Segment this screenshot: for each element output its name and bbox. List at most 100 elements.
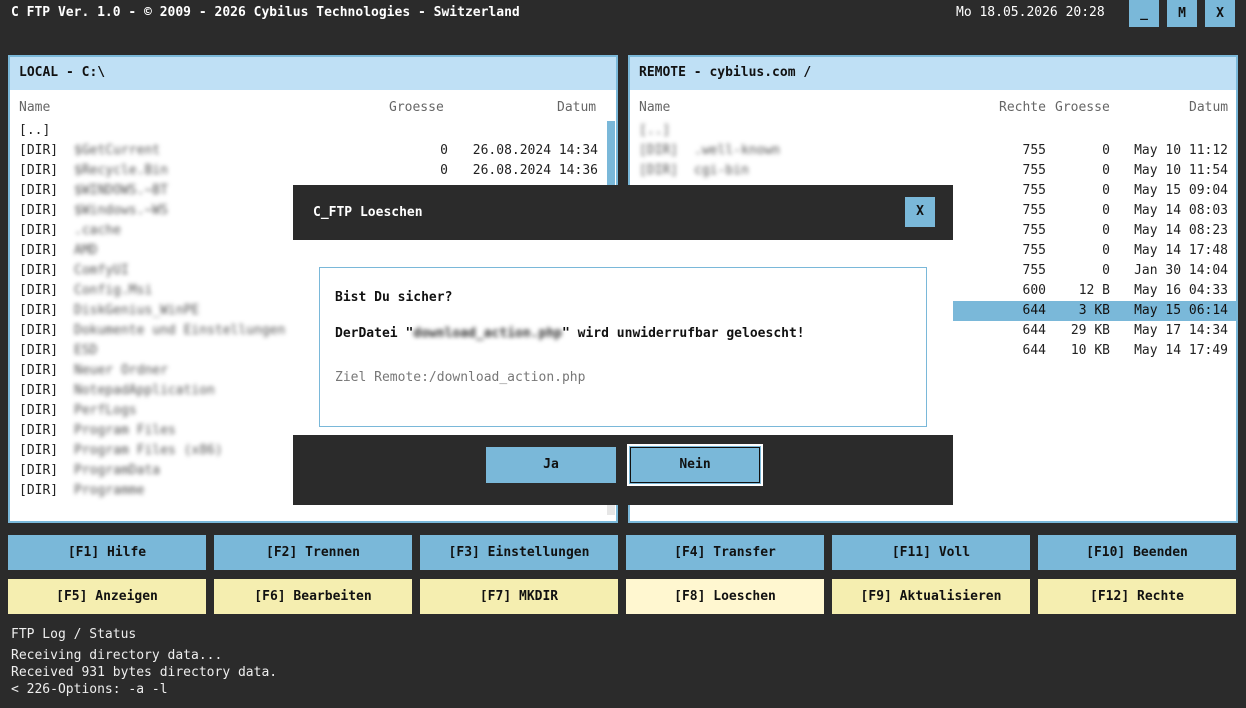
row-type: [..] [19, 123, 51, 138]
row-name: $Windows.~WS [74, 203, 168, 218]
row-date: 26.08.2024 14:36 [472, 163, 598, 178]
fkey-button[interactable]: [F3] Einstellungen [420, 535, 618, 570]
row-rights: 644 [1022, 303, 1046, 318]
minimize-button[interactable]: _ [1129, 0, 1159, 27]
fkey-button[interactable]: [F7] MKDIR [420, 579, 618, 614]
no-button[interactable]: Nein [627, 444, 763, 486]
close-button[interactable]: X [1205, 0, 1235, 27]
row-rights: 755 [1022, 143, 1046, 158]
maximize-button[interactable]: M [1167, 0, 1197, 27]
row-type: [DIR] [19, 183, 59, 198]
row-name: Programme [74, 483, 145, 498]
fkey-button[interactable]: [F11] Voll [832, 535, 1030, 570]
datetime: Mo 18.05.2026 20:28 [956, 5, 1105, 20]
row-rights: 600 [1022, 283, 1046, 298]
row-type: [DIR] [19, 423, 59, 438]
row-size: 0 [1102, 263, 1110, 278]
row-type: [DIR] [19, 243, 59, 258]
dialog-message-suffix: " wird unwiderrufbar geloescht! [562, 326, 805, 341]
remote-col-size[interactable]: Groesse [1055, 100, 1110, 115]
row-name: AMD [74, 243, 98, 258]
local-col-date[interactable]: Datum [557, 100, 596, 115]
row-date: May 17 14:34 [1134, 323, 1228, 338]
dialog-body: Bist Du sicher? DerDatei "download_actio… [293, 240, 953, 435]
fkey-button[interactable]: [F10] Beenden [1038, 535, 1236, 570]
row-size: 0 [1102, 203, 1110, 218]
row-size: 10 KB [1070, 343, 1110, 358]
row-type: [DIR] [19, 403, 59, 418]
log-line: < 226-Options: -a -l [11, 682, 168, 697]
row-date: May 15 06:14 [1134, 303, 1228, 318]
row-type: [DIR] [19, 343, 59, 358]
row-name: .cache [74, 223, 121, 238]
row-type: [DIR] [19, 443, 59, 458]
row-name: $GetCurrent [74, 143, 161, 158]
dialog-title: C_FTP Loeschen [313, 205, 423, 220]
local-col-name[interactable]: Name [19, 100, 50, 115]
row-name: $Recycle.Bin [74, 163, 168, 178]
dialog-message-prefix: DerDatei " [335, 326, 414, 341]
row-date: May 14 08:23 [1134, 223, 1228, 238]
row-date: May 16 04:33 [1134, 283, 1228, 298]
remote-row[interactable]: [..] [630, 121, 1236, 141]
row-date: May 10 11:12 [1134, 143, 1228, 158]
row-name: ComfyUI [74, 263, 129, 278]
fkey-button[interactable]: [F1] Hilfe [8, 535, 206, 570]
row-size: 0 [440, 143, 448, 158]
fkey-button[interactable]: [F6] Bearbeiten [214, 579, 412, 614]
row-type: [DIR] [19, 363, 59, 378]
fkey-button[interactable]: [F2] Trennen [214, 535, 412, 570]
row-size: 0 [1102, 243, 1110, 258]
remote-row[interactable]: [DIR] cgi-bin 755 0 May 10 11:54 [630, 161, 1236, 181]
row-size: 0 [1102, 183, 1110, 198]
fkey-button[interactable]: [F12] Rechte [1038, 579, 1236, 614]
remote-row[interactable]: [DIR] .well-known 755 0 May 10 11:12 [630, 141, 1236, 161]
row-type: [DIR] [19, 383, 59, 398]
log-line: Received 931 bytes directory data. [11, 665, 278, 680]
local-row[interactable]: [DIR] $GetCurrent 0 26.08.2024 14:34 [10, 141, 616, 161]
row-type: [DIR] [19, 463, 59, 478]
row-date: May 15 09:04 [1134, 183, 1228, 198]
row-date: Jan 30 14:04 [1134, 263, 1228, 278]
row-name: NotepadApplication [74, 383, 215, 398]
local-row[interactable]: [..] [10, 121, 616, 141]
dialog-message: DerDatei "download_action.php" wird unwi… [335, 326, 805, 341]
row-type: [DIR] [19, 323, 59, 338]
remote-col-name[interactable]: Name [639, 100, 670, 115]
row-type: [DIR] [19, 203, 59, 218]
row-size: 3 KB [1078, 303, 1110, 318]
row-type: [DIR] [19, 163, 59, 178]
ftp-log: FTP Log / Status Receiving directory dat… [0, 624, 1246, 708]
remote-col-rights[interactable]: Rechte [999, 100, 1046, 115]
row-rights: 755 [1022, 203, 1046, 218]
fkey-button[interactable]: [F8] Loeschen [626, 579, 824, 614]
row-name: ProgramData [74, 463, 161, 478]
local-row[interactable]: [DIR] $Recycle.Bin 0 26.08.2024 14:36 [10, 161, 616, 181]
local-col-size[interactable]: Groesse [389, 100, 444, 115]
row-rights: 644 [1022, 343, 1046, 358]
row-date: May 14 08:03 [1134, 203, 1228, 218]
fkey-button[interactable]: [F4] Transfer [626, 535, 824, 570]
log-line: Receiving directory data... [11, 648, 223, 663]
dialog-question: Bist Du sicher? [335, 290, 453, 305]
fkey-button[interactable]: [F5] Anzeigen [8, 579, 206, 614]
remote-row[interactable]: 644 3 KB May 15 06:14 [948, 301, 1236, 321]
row-size: 29 KB [1070, 323, 1110, 338]
fkey-button[interactable]: [F9] Aktualisieren [832, 579, 1030, 614]
row-size: 0 [1102, 223, 1110, 238]
row-rights: 755 [1022, 183, 1046, 198]
dialog-close-button[interactable]: X [905, 197, 935, 227]
yes-button[interactable]: Ja [486, 447, 616, 483]
delete-dialog: C_FTP Loeschen X Bist Du sicher? DerDate… [293, 185, 953, 505]
row-name: .well-known [694, 143, 781, 158]
log-title: FTP Log / Status [11, 627, 137, 642]
row-type: [..] [639, 123, 671, 138]
row-date: May 14 17:49 [1134, 343, 1228, 358]
remote-col-date[interactable]: Datum [1189, 100, 1228, 115]
row-type: [DIR] [639, 163, 679, 178]
dialog-target: Ziel Remote:/download_action.php [335, 370, 586, 385]
row-size: 0 [1102, 143, 1110, 158]
row-rights: 755 [1022, 243, 1046, 258]
row-date: May 14 17:48 [1134, 243, 1228, 258]
row-type: [DIR] [19, 283, 59, 298]
